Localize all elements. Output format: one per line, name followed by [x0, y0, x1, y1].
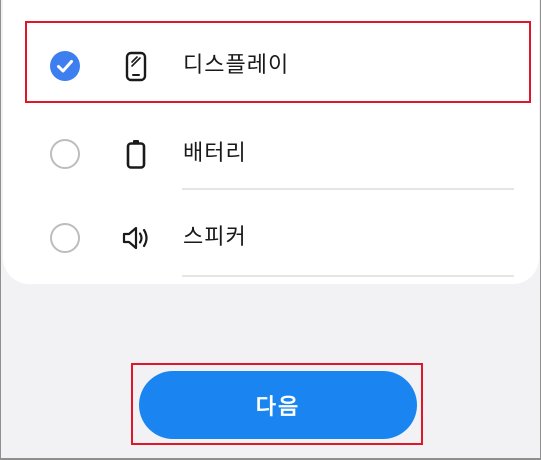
option-label-speaker: 스피커 — [183, 225, 247, 250]
option-display[interactable]: 디스플레이 — [3, 24, 539, 108]
next-button[interactable]: 다음 — [139, 371, 417, 439]
divider — [182, 275, 514, 277]
screen: 디스플레이 배터리 스피커 다음 — [0, 0, 541, 460]
battery-icon — [121, 136, 151, 172]
speaker-icon — [121, 220, 151, 256]
phone-display-icon — [121, 48, 151, 84]
divider — [182, 188, 514, 190]
option-speaker[interactable]: 스피커 — [3, 196, 539, 280]
radio-unchecked-speaker[interactable] — [50, 223, 80, 253]
option-label-display: 디스플레이 — [183, 53, 290, 78]
option-label-battery: 배터리 — [183, 141, 247, 166]
option-battery[interactable]: 배터리 — [3, 112, 539, 196]
radio-unchecked-battery[interactable] — [50, 139, 80, 169]
radio-checked-display[interactable] — [50, 51, 80, 81]
options-card: 디스플레이 배터리 스피커 — [3, 0, 539, 284]
check-icon — [57, 60, 73, 73]
